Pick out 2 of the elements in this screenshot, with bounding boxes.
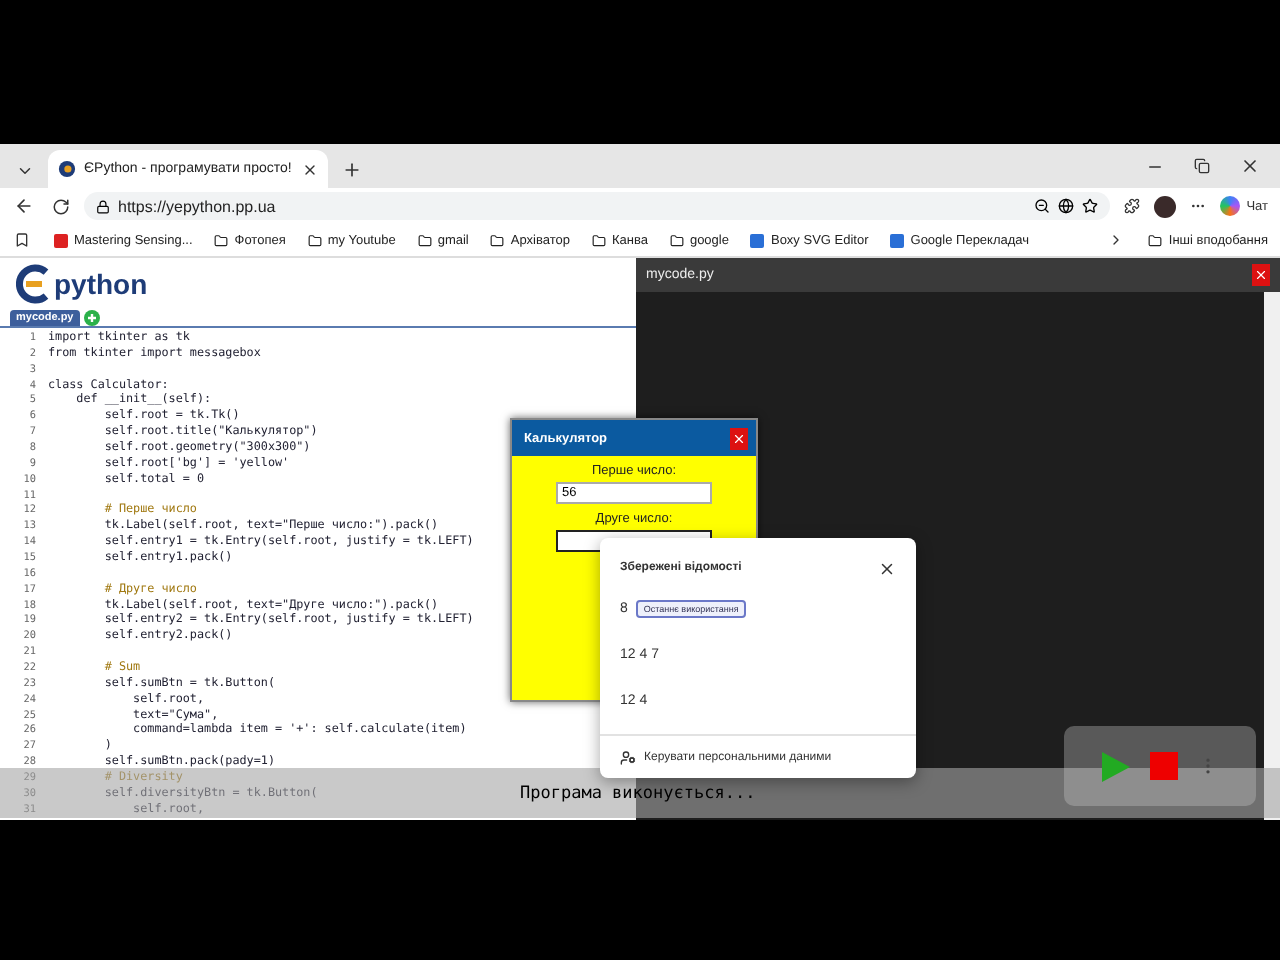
address-field[interactable]: https://yepython.pp.ua	[84, 192, 1111, 220]
logo-text: python	[54, 267, 148, 299]
